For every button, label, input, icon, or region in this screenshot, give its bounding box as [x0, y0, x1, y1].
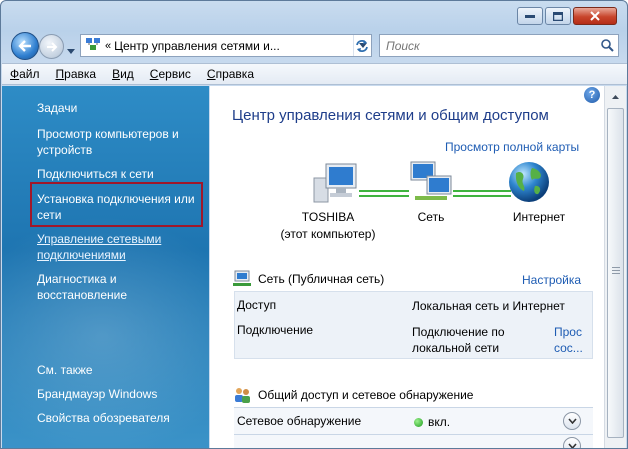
chevron-down-icon — [67, 49, 75, 54]
task-manage-connections[interactable]: Управление сетевыми подключениями — [37, 231, 202, 263]
computer-name: TOSHIBA — [301, 210, 355, 224]
map-link-line — [453, 195, 511, 197]
connection-view-status-link[interactable]: Прос — [554, 324, 582, 340]
sharing-section-title: Общий доступ и сетевое обнаружение — [258, 388, 474, 402]
network-icon[interactable] — [406, 160, 456, 207]
recent-pages-dropdown[interactable] — [67, 43, 75, 57]
network-label: Сеть — [417, 210, 445, 224]
menu-file[interactable]: Файл — [10, 67, 40, 81]
search-input[interactable] — [380, 38, 596, 53]
network-center-icon — [85, 37, 101, 54]
menu-bar: Файл Правка Вид Сервис Справка — [2, 63, 627, 85]
forward-button[interactable] — [39, 34, 64, 59]
caption-buttons — [517, 7, 617, 25]
address-path[interactable]: Центр управления сетями и... — [114, 39, 353, 53]
address-bar[interactable]: « Центр управления сетями и... — [80, 34, 372, 57]
connection-value-line1: Подключение по — [412, 325, 505, 339]
menu-tools[interactable]: Сервис — [150, 67, 191, 81]
selection-highlight — [30, 182, 203, 227]
refresh-button[interactable] — [350, 35, 373, 56]
scrollbar-grip — [612, 267, 620, 276]
network-section-title: Сеть (Публичная сеть) — [258, 272, 385, 286]
see-also-internet-options[interactable]: Свойства обозревателя — [37, 410, 202, 426]
sharing-section-header: Общий доступ и сетевое обнаружение — [232, 386, 473, 404]
connection-view-status-link-cont[interactable]: сос... — [554, 340, 583, 356]
computer-sub: (этот компьютер) — [280, 227, 376, 241]
close-icon — [590, 11, 600, 21]
chevron-down-icon — [567, 418, 577, 424]
task-diagnose-repair[interactable]: Диагностика и восстановление — [37, 271, 202, 303]
menu-help[interactable]: Справка — [207, 67, 254, 81]
refresh-icon — [355, 39, 368, 52]
task-connect-network[interactable]: Подключиться к сети — [37, 166, 202, 182]
status-on-icon — [414, 418, 423, 427]
discovery-expand-button[interactable] — [563, 412, 581, 430]
network-small-icon — [233, 270, 251, 286]
maximize-button[interactable] — [545, 7, 571, 25]
menu-edit[interactable]: Правка — [56, 67, 97, 81]
content-pane: ? Центр управления сетями и общим доступ… — [210, 86, 604, 448]
menu-view[interactable]: Вид — [112, 67, 134, 81]
internet-globe-icon[interactable] — [506, 160, 552, 207]
chevron-down-icon — [567, 443, 577, 448]
minimize-button[interactable] — [517, 7, 543, 25]
map-link-line — [453, 190, 511, 192]
map-link-line — [359, 195, 409, 197]
network-section-header: Сеть (Публичная сеть) — [232, 270, 384, 288]
scroll-up-button[interactable] — [607, 88, 624, 105]
task-view-computers[interactable]: Просмотр компьютеров и устройств — [37, 126, 202, 158]
internet-label: Интернет — [512, 210, 566, 224]
access-label: Доступ — [237, 298, 277, 312]
maximize-icon — [553, 11, 563, 21]
vertical-scrollbar[interactable] — [604, 86, 626, 448]
discovery-status: вкл. — [414, 414, 450, 430]
connection-value-line2: локальной сети — [412, 341, 500, 355]
arrow-right-icon — [46, 41, 57, 52]
tasks-heading: Задачи — [37, 101, 78, 115]
map-link-line — [359, 190, 409, 192]
arrow-up-icon — [612, 94, 619, 99]
arrow-left-icon — [18, 40, 31, 52]
search-box[interactable] — [379, 34, 619, 57]
back-button[interactable] — [11, 32, 39, 60]
sharing-icon — [235, 388, 250, 403]
discovery-label: Сетевое обнаружение — [237, 414, 362, 428]
divider — [234, 434, 593, 435]
connection-label: Подключение — [237, 323, 314, 337]
computer-icon[interactable] — [310, 160, 362, 207]
task-pane: Задачи Просмотр компьютеров и устройств … — [2, 86, 209, 448]
breadcrumb-overflow[interactable]: « — [105, 40, 111, 52]
see-also-heading: См. также — [37, 363, 93, 377]
network-settings-link[interactable]: Настройка — [522, 273, 581, 287]
window: « Центр управления сетями и... Файл Прав… — [0, 0, 628, 449]
see-also-firewall[interactable]: Брандмауэр Windows — [37, 386, 202, 402]
minimize-icon — [525, 15, 535, 18]
next-expand-button[interactable] — [563, 437, 581, 448]
discovery-value: вкл. — [428, 415, 451, 429]
search-icon — [600, 39, 614, 52]
close-button[interactable] — [573, 7, 617, 25]
access-value: Локальная сеть и Интернет — [412, 299, 565, 313]
help-button[interactable]: ? — [584, 87, 600, 103]
page-title: Центр управления сетями и общим доступом — [232, 107, 549, 124]
full-map-link[interactable]: Просмотр полной карты — [445, 140, 579, 154]
scrollbar-thumb[interactable] — [607, 108, 624, 438]
search-button[interactable] — [596, 39, 618, 52]
